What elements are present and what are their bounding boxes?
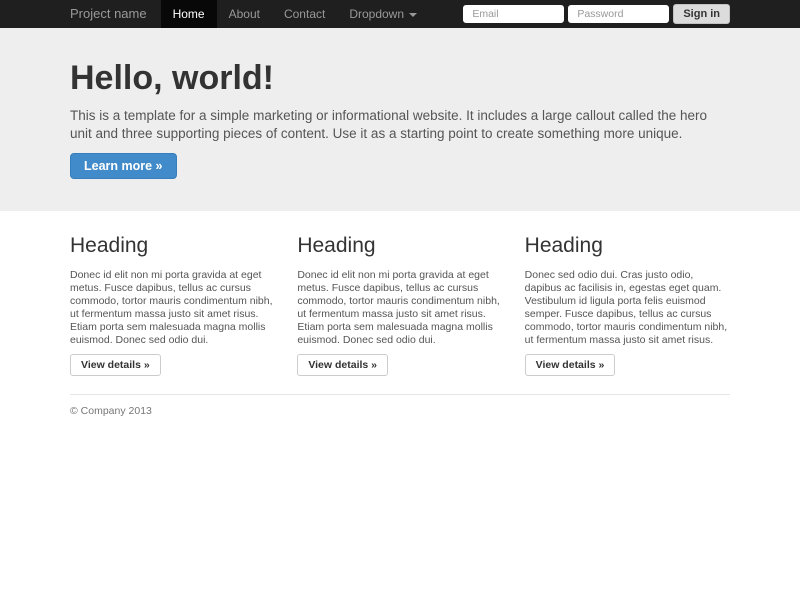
nav-menu: Home About Contact Dropdown <box>161 0 429 28</box>
navbar: Project name Home About Contact Dropdown… <box>0 0 800 28</box>
brand[interactable]: Project name <box>0 0 161 28</box>
content-column-2: Heading Donec id elit non mi porta gravi… <box>297 233 502 375</box>
content-row: Heading Donec id elit non mi porta gravi… <box>70 233 730 375</box>
view-details-button[interactable]: View details » <box>70 354 161 376</box>
content-column-3: Heading Donec sed odio dui. Cras justo o… <box>525 233 730 375</box>
hero-title: Hello, world! <box>70 60 730 97</box>
nav-item-label: Contact <box>284 7 325 21</box>
nav-item-contact[interactable]: Contact <box>272 0 337 28</box>
caret-down-icon <box>409 13 417 17</box>
nav-item-label: About <box>229 7 260 21</box>
footer: © Company 2013 <box>70 394 730 431</box>
view-details-button[interactable]: View details » <box>297 354 388 376</box>
column-text: Donec id elit non mi porta gravida at eg… <box>70 269 275 347</box>
sign-in-button[interactable]: Sign in <box>673 4 730 24</box>
nav-item-dropdown[interactable]: Dropdown <box>337 0 429 28</box>
column-heading: Heading <box>297 233 502 259</box>
column-text: Donec sed odio dui. Cras justo odio, dap… <box>525 269 730 347</box>
column-text: Donec id elit non mi porta gravida at eg… <box>297 269 502 347</box>
content-column-1: Heading Donec id elit non mi porta gravi… <box>70 233 275 375</box>
nav-item-label: Dropdown <box>349 7 404 21</box>
signin-form: Sign in <box>463 0 730 28</box>
learn-more-button[interactable]: Learn more » <box>70 153 177 179</box>
password-field[interactable] <box>568 5 669 23</box>
view-details-button[interactable]: View details » <box>525 354 616 376</box>
nav-item-label: Home <box>173 7 205 21</box>
column-heading: Heading <box>70 233 275 259</box>
nav-item-home[interactable]: Home <box>161 0 217 28</box>
main-content: Heading Donec id elit non mi porta gravi… <box>0 233 800 430</box>
hero-unit: Hello, world! This is a template for a s… <box>0 28 800 211</box>
email-field[interactable] <box>463 5 564 23</box>
copyright-text: © Company 2013 <box>70 405 730 431</box>
column-heading: Heading <box>525 233 730 259</box>
nav-item-about[interactable]: About <box>217 0 272 28</box>
hero-text: This is a template for a simple marketin… <box>70 107 730 143</box>
footer-divider <box>70 394 730 395</box>
